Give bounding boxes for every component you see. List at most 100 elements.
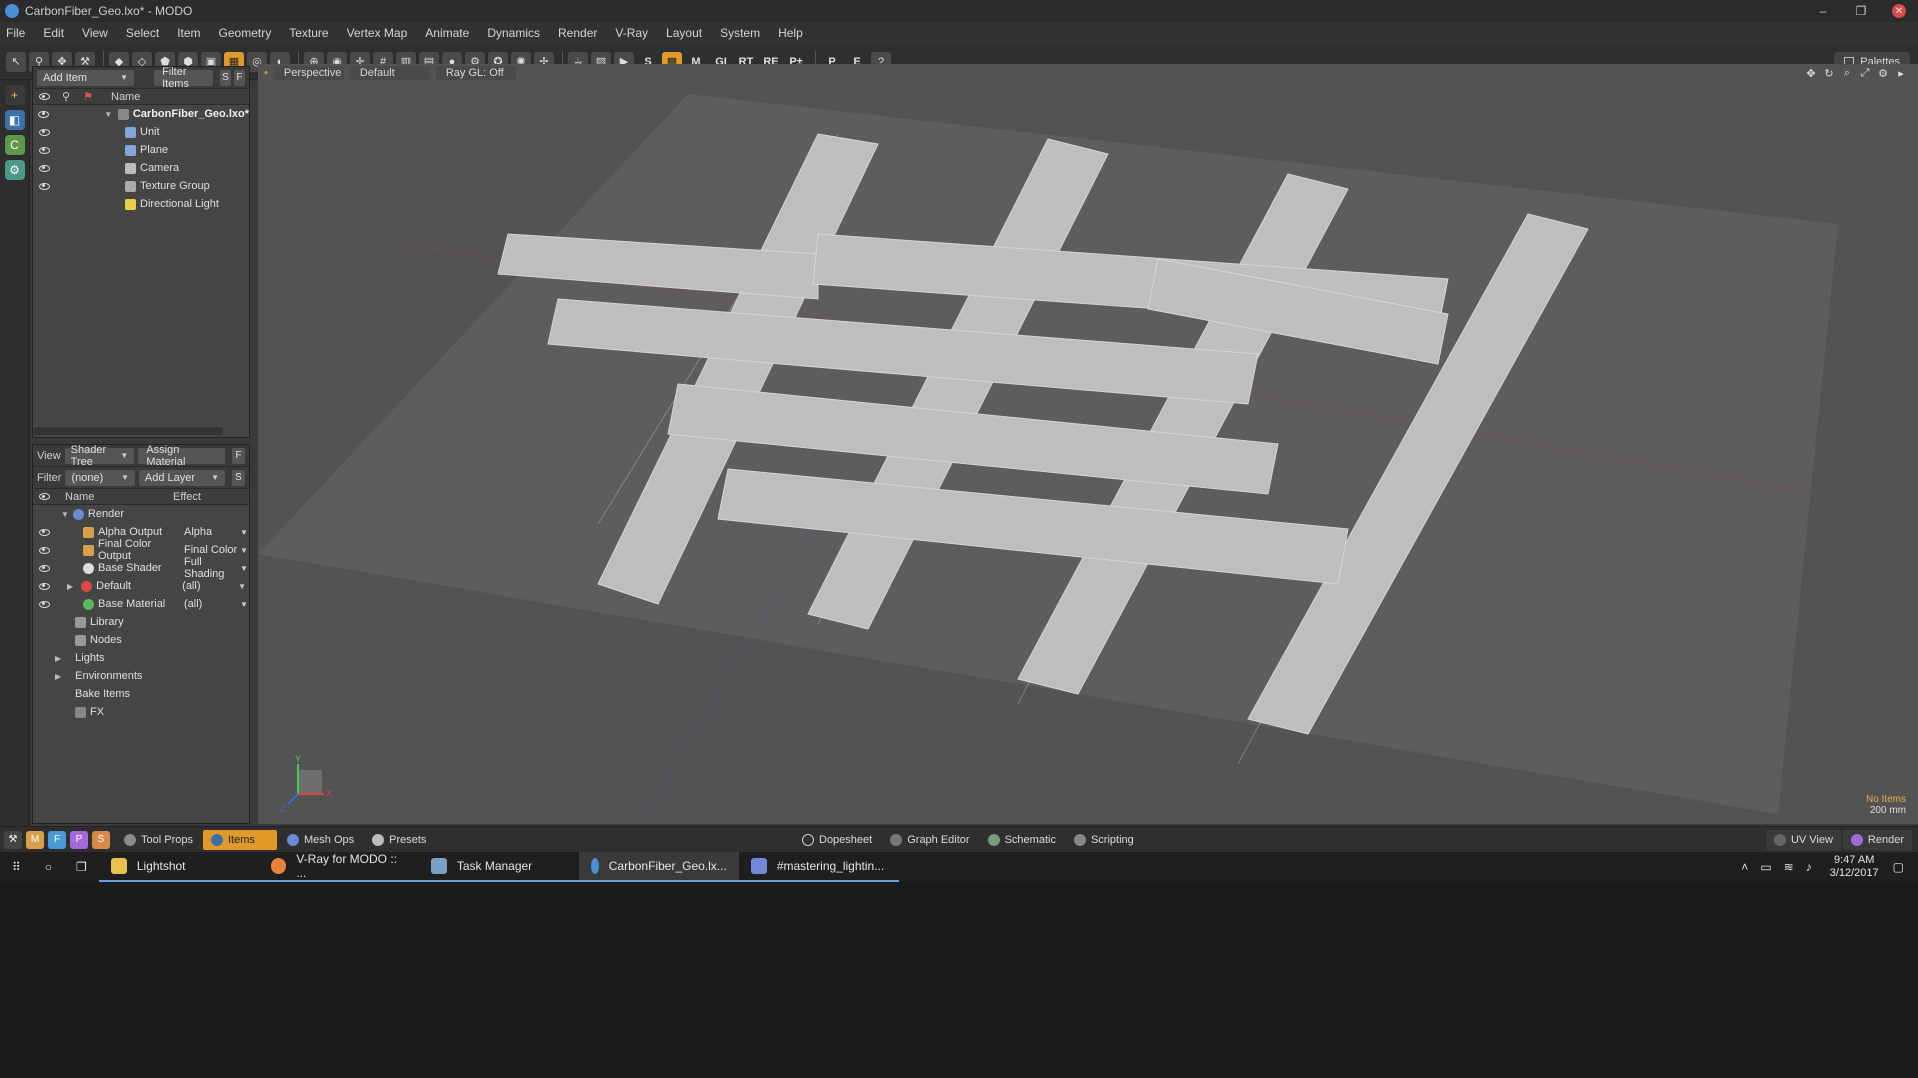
add-item-dropdown[interactable]: Add Item ▼ bbox=[37, 69, 135, 86]
s-mode-button[interactable]: S bbox=[92, 830, 110, 849]
m-mode-button[interactable]: M bbox=[26, 830, 44, 849]
expand-arrow-icon[interactable]: ▼ bbox=[61, 510, 69, 519]
menu-vray[interactable]: V-Ray bbox=[615, 26, 648, 40]
visibility-toggle[interactable] bbox=[33, 600, 55, 608]
pan-icon[interactable]: ✥ bbox=[1804, 66, 1818, 80]
select-arrow-icon[interactable]: ↖ bbox=[6, 51, 26, 72]
visibility-toggle[interactable] bbox=[33, 528, 55, 536]
schematic-tab[interactable]: Schematic bbox=[980, 830, 1064, 850]
tree-group-row[interactable]: FX bbox=[33, 703, 249, 721]
items-s-button[interactable]: S bbox=[219, 69, 231, 86]
tree-group-row[interactable]: Nodes bbox=[33, 631, 249, 649]
name-column-header[interactable]: Name bbox=[99, 91, 140, 103]
gear-icon[interactable]: ⚙ bbox=[1876, 66, 1890, 80]
chevron-down-icon[interactable]: ▼ bbox=[240, 528, 248, 537]
menu-edit[interactable]: Edit bbox=[43, 26, 64, 40]
menu-item[interactable]: Item bbox=[177, 26, 200, 40]
rotate-icon[interactable]: ↻ bbox=[1822, 66, 1836, 80]
c-icon[interactable]: C bbox=[4, 135, 25, 155]
filter-dropdown[interactable]: (none) ▼ bbox=[65, 469, 135, 486]
visibility-toggle[interactable] bbox=[33, 582, 55, 590]
expand-arrow-icon[interactable]: ▶ bbox=[55, 672, 61, 681]
table-row[interactable]: Base Material (all) ▼ bbox=[33, 595, 249, 613]
clock[interactable]: 9:47 AM 3/12/2017 bbox=[1830, 854, 1879, 880]
render-row[interactable]: ▼ Render bbox=[33, 505, 249, 523]
assign-material-button[interactable]: Assign Material bbox=[138, 444, 225, 468]
menu-vertex-map[interactable]: Vertex Map bbox=[347, 26, 408, 40]
visibility-toggle[interactable] bbox=[33, 128, 55, 136]
visibility-toggle[interactable] bbox=[33, 564, 55, 572]
tool-props-tab[interactable]: Tool Props bbox=[116, 830, 201, 850]
f-mode-button[interactable]: F bbox=[48, 830, 66, 849]
visibility-toggle[interactable] bbox=[33, 164, 55, 172]
shader-s-button[interactable]: S bbox=[232, 469, 245, 486]
taskbar-app-task-manager[interactable]: Task Manager bbox=[418, 852, 579, 882]
menu-view[interactable]: View bbox=[82, 26, 108, 40]
chevron-up-icon[interactable]: ˄ bbox=[1741, 860, 1748, 874]
render-tab[interactable]: Render bbox=[1842, 830, 1912, 850]
zoom-icon[interactable]: ⌕ bbox=[1840, 66, 1854, 80]
menu-system[interactable]: System bbox=[720, 26, 760, 40]
menu-animate[interactable]: Animate bbox=[425, 26, 469, 40]
filter-items-button[interactable]: Filter Items bbox=[154, 66, 213, 90]
shader-row-effect[interactable]: (all) bbox=[184, 598, 240, 610]
list-item[interactable]: Unit bbox=[33, 123, 249, 141]
menu-render[interactable]: Render bbox=[558, 26, 597, 40]
taskbar-app-browser[interactable]: V-Ray for MODO :: ... bbox=[258, 852, 419, 882]
default-tab[interactable]: Default bbox=[349, 66, 430, 80]
visibility-toggle[interactable] bbox=[33, 110, 54, 118]
tree-group-row[interactable]: ▶ Environments bbox=[33, 667, 249, 685]
mesh-ops-tab[interactable]: Mesh Ops bbox=[279, 830, 362, 850]
scene-row[interactable]: ▼ CarbonFiber_Geo.lxo* bbox=[33, 105, 249, 123]
items-tab[interactable]: Items bbox=[202, 829, 277, 850]
volume-icon[interactable]: ♪ bbox=[1806, 860, 1812, 874]
close-button[interactable]: ✕ bbox=[1880, 0, 1918, 22]
menu-select[interactable]: Select bbox=[126, 26, 159, 40]
dopesheet-tab[interactable]: Dopesheet bbox=[794, 830, 880, 850]
shader-row-effect[interactable]: Alpha bbox=[184, 526, 240, 538]
start-grid-icon[interactable]: ⠿ bbox=[0, 852, 33, 882]
p-mode-button[interactable]: P bbox=[70, 830, 88, 849]
expand-arrow-icon[interactable]: ▶ bbox=[67, 582, 73, 591]
list-item[interactable]: Directional Light bbox=[33, 195, 249, 213]
restore-button[interactable]: ❐ bbox=[1842, 0, 1880, 22]
list-item[interactable]: Texture Group bbox=[33, 177, 249, 195]
tree-group-row[interactable]: Bake Items bbox=[33, 685, 249, 703]
shader-f-button[interactable]: F bbox=[231, 447, 245, 464]
uv-view-tab[interactable]: UV View bbox=[1765, 830, 1841, 850]
settings-icon[interactable]: ⚙ bbox=[4, 160, 25, 180]
cube-icon[interactable]: ◧ bbox=[4, 110, 25, 130]
horizontal-scrollbar[interactable] bbox=[33, 427, 223, 435]
wrench-icon[interactable]: ⚒ bbox=[4, 830, 22, 849]
notifications-icon[interactable]: ▢ bbox=[1893, 860, 1904, 874]
search-circle-icon[interactable]: ○ bbox=[33, 852, 64, 882]
table-row[interactable]: Base Shader Full Shading ▼ bbox=[33, 556, 249, 580]
list-item[interactable]: Plane bbox=[33, 141, 249, 159]
list-item[interactable]: Camera bbox=[33, 159, 249, 177]
minimize-button[interactable]: – bbox=[1804, 0, 1842, 22]
plus-icon[interactable]: + bbox=[4, 85, 25, 105]
name-column-header[interactable]: Name bbox=[55, 491, 173, 503]
chevron-down-icon[interactable]: ▼ bbox=[240, 564, 248, 573]
presets-tab[interactable]: Presets bbox=[364, 830, 434, 850]
expand-arrow-icon[interactable]: ▼ bbox=[104, 110, 112, 119]
viewport-scene[interactable]: X Y Z bbox=[258, 64, 1918, 824]
tree-group-row[interactable]: Library bbox=[33, 613, 249, 631]
battery-icon[interactable]: ▭ bbox=[1760, 860, 1771, 874]
tree-group-row[interactable]: ▶ Lights bbox=[33, 649, 249, 667]
effect-column-header[interactable]: Effect bbox=[173, 491, 201, 503]
taskbar-app-discord[interactable]: #mastering_lightin... bbox=[738, 852, 899, 882]
wifi-icon[interactable]: ≋ bbox=[1784, 860, 1794, 874]
scripting-tab[interactable]: Scripting bbox=[1066, 830, 1142, 850]
menu-help[interactable]: Help bbox=[778, 26, 803, 40]
menu-dynamics[interactable]: Dynamics bbox=[487, 26, 540, 40]
visibility-toggle[interactable] bbox=[33, 146, 55, 154]
perspective-tab[interactable]: Perspective bbox=[273, 66, 344, 80]
raygl-tab[interactable]: Ray GL: Off bbox=[435, 66, 516, 80]
maximize-icon[interactable]: ⤢ bbox=[1858, 66, 1872, 80]
3d-viewport[interactable]: X Y Z • Perspective Default Ray GL: Off … bbox=[258, 64, 1918, 824]
menu-texture[interactable]: Texture bbox=[289, 26, 328, 40]
expand-arrow-icon[interactable]: ▶ bbox=[55, 654, 61, 663]
items-f-button[interactable]: F bbox=[233, 69, 245, 86]
chevron-down-icon[interactable]: ▼ bbox=[238, 582, 246, 591]
